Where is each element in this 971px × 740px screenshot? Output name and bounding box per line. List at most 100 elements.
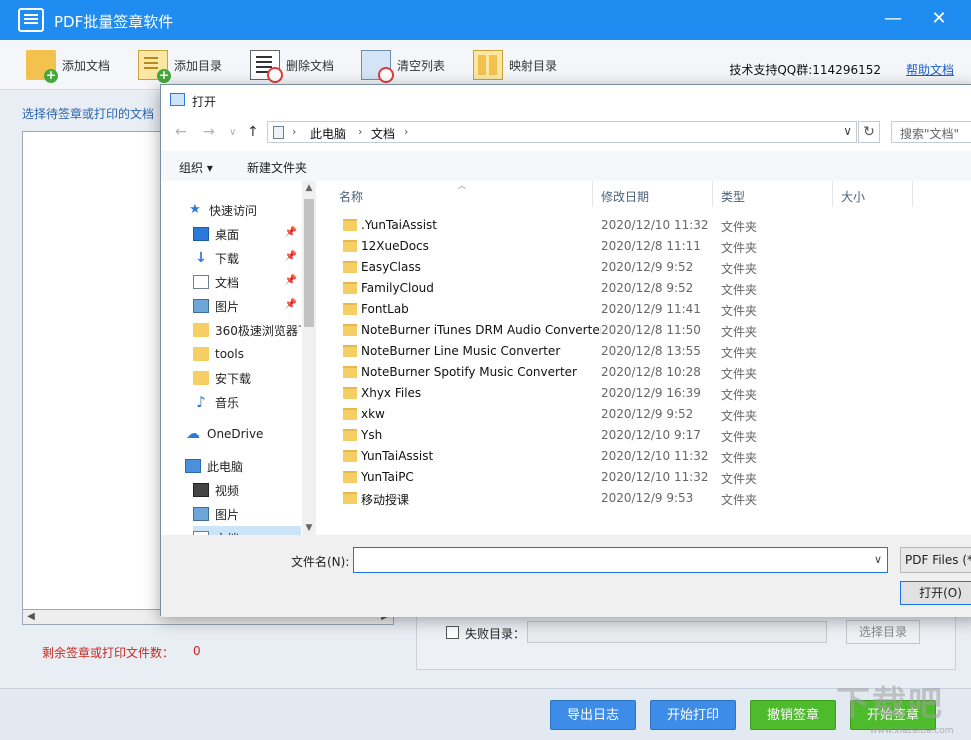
address-dropdown-icon[interactable]: ∨ [843, 124, 852, 138]
fail-directory-label: 失败目录： [465, 627, 526, 641]
remaining-files-label: 剩余签章或打印文件数： [42, 646, 175, 660]
filename-input[interactable]: ∨ [353, 547, 888, 573]
file-name: EasyClass [361, 260, 421, 274]
folder-icon [343, 282, 357, 294]
file-row[interactable]: NoteBurner Line Music Converter 2020/12/8… [331, 341, 971, 362]
picture-icon [193, 507, 209, 521]
file-row[interactable]: xkw 2020/12/9 9:52 文件夹 [331, 404, 971, 425]
file-row[interactable]: Ysh 2020/12/10 9:17 文件夹 [331, 425, 971, 446]
navigation-scrollbar[interactable]: ▲ ▼ [302, 181, 316, 535]
nav-pictures[interactable]: 图片 📌 [193, 294, 301, 318]
file-row[interactable]: EasyClass 2020/12/9 9:52 文件夹 [331, 257, 971, 278]
nav-downloads[interactable]: ↓ 下载 📌 [193, 246, 301, 270]
add-directory-button[interactable]: 添加目录 [138, 48, 222, 83]
breadcrumb-separator-icon[interactable]: › [358, 125, 362, 138]
nav-onedrive[interactable]: ☁ OneDrive [185, 422, 316, 446]
add-document-button[interactable]: 添加文档 [26, 48, 110, 83]
desktop-icon [193, 227, 209, 241]
forward-arrow-icon[interactable]: → [203, 124, 215, 140]
scroll-left-icon[interactable]: ◀ [23, 610, 39, 624]
scroll-down-icon[interactable]: ▼ [302, 523, 316, 533]
breadcrumb-separator-icon[interactable]: › [404, 125, 408, 138]
clear-list-button[interactable]: 清空列表 [361, 48, 446, 83]
remaining-files-count: 0 [193, 644, 201, 658]
file-row[interactable]: NoteBurner iTunes DRM Audio Converter 202… [331, 320, 971, 341]
up-arrow-icon[interactable]: ↑ [247, 124, 259, 140]
nav-quick-access[interactable]: ★ 快速访问 [187, 198, 316, 222]
file-row[interactable]: FamilyCloud 2020/12/8 9:52 文件夹 [331, 278, 971, 299]
new-folder-button[interactable]: 新建文件夹 [247, 159, 307, 176]
file-row[interactable]: Xhyx Files 2020/12/9 16:39 文件夹 [331, 383, 971, 404]
fail-directory-checkbox[interactable] [446, 626, 459, 639]
address-bar[interactable]: › 此电脑 › 文档 › ∨ [267, 121, 857, 143]
map-directory-button[interactable]: 映射目录 [473, 48, 557, 82]
file-row[interactable]: YunTaiAssist 2020/12/10 11:32 文件夹 [331, 446, 971, 467]
delete-document-icon [250, 50, 283, 83]
recent-chevron-icon[interactable]: ∨ [229, 127, 236, 138]
nav-music[interactable]: ♪ 音乐 [193, 390, 301, 414]
filename-dropdown-icon[interactable]: ∨ [874, 553, 882, 566]
picture-icon [193, 299, 209, 313]
file-row[interactable]: .YunTaiAssist 2020/12/10 11:32 文件夹 [331, 215, 971, 236]
start-print-button[interactable]: 开始打印 [650, 700, 736, 730]
file-row[interactable]: FontLab 2020/12/9 11:41 文件夹 [331, 299, 971, 320]
breadcrumb-documents[interactable]: 文档 [371, 125, 395, 142]
file-date: 2020/12/10 9:17 [601, 428, 701, 442]
nav-360-downloads[interactable]: 360极速浏览器下载 [193, 318, 301, 342]
folder-icon [343, 303, 357, 315]
nav-desktop[interactable]: 桌面 📌 [193, 222, 301, 246]
scrollbar-thumb[interactable] [304, 199, 314, 327]
folder-icon [193, 323, 209, 337]
watermark-url: www.xiazaiba.com [870, 726, 954, 736]
file-row[interactable]: 移动授课 2020/12/9 9:53 文件夹 [331, 488, 971, 509]
close-button[interactable]: ✕ [927, 8, 951, 32]
video-icon [193, 483, 209, 497]
column-size[interactable]: 大小 [833, 181, 913, 207]
minimize-button[interactable]: — [881, 8, 905, 32]
file-name: 移动授课 [361, 493, 410, 507]
help-doc-link[interactable]: 帮助文档 [906, 61, 954, 78]
fail-directory-input[interactable] [527, 621, 827, 643]
export-log-button[interactable]: 导出日志 [550, 700, 636, 730]
file-type: 文件夹 [721, 304, 758, 318]
folder-icon [343, 387, 357, 399]
folder-icon [343, 345, 357, 357]
add-document-icon [26, 50, 58, 83]
folder-icon [193, 347, 209, 361]
scroll-up-icon[interactable]: ▲ [302, 183, 316, 193]
breadcrumb-this-pc[interactable]: 此电脑 [310, 125, 346, 142]
folder-icon [343, 240, 357, 252]
file-type: 文件夹 [721, 430, 758, 444]
filename-label: 文件名(N): [291, 555, 350, 569]
nav-tools[interactable]: tools [193, 342, 301, 366]
nav-this-pc[interactable]: 此电脑 [185, 454, 316, 478]
address-row: ← → ∨ ↑ › 此电脑 › 文档 › ∨ ↻ 搜索"文档" [161, 117, 971, 147]
file-date: 2020/12/9 9:52 [601, 407, 694, 421]
open-button[interactable]: 打开(O) [900, 581, 971, 605]
choose-directory-button[interactable]: 选择目录 [846, 620, 920, 644]
refresh-icon[interactable]: ↻ [858, 121, 880, 143]
nav-documents[interactable]: 文档 📌 [193, 270, 301, 294]
file-row[interactable]: YunTaiPC 2020/12/10 11:32 文件夹 [331, 467, 971, 488]
file-date: 2020/12/8 10:28 [601, 365, 701, 379]
pin-icon: 📌 [284, 275, 297, 286]
column-type[interactable]: 类型 [713, 181, 833, 207]
file-row[interactable]: NoteBurner Spotify Music Converter 2020/1… [331, 362, 971, 383]
file-row[interactable]: 12XueDocs 2020/12/8 11:11 文件夹 [331, 236, 971, 257]
open-file-dialog: 打开 ← → ∨ ↑ › 此电脑 › 文档 › ∨ ↻ 搜索"文档" 组织 ▾ … [160, 84, 971, 617]
nav-pc-pictures[interactable]: 图片 [193, 502, 301, 526]
file-type-filter[interactable]: PDF Files (*.pdf) [900, 547, 971, 573]
back-arrow-icon[interactable]: ← [175, 124, 187, 140]
nav-videos[interactable]: 视频 [193, 478, 301, 502]
delete-document-button[interactable]: 删除文档 [250, 48, 334, 83]
clear-list-label: 清空列表 [397, 58, 446, 73]
breadcrumb-separator-icon[interactable]: › [292, 125, 296, 138]
nav-anxiazai[interactable]: 安下载 [193, 366, 301, 390]
folder-icon [343, 324, 357, 336]
undo-sign-button[interactable]: 撤销签章 [750, 700, 836, 730]
organize-menu[interactable]: 组织 ▾ [179, 159, 213, 176]
file-type: 文件夹 [721, 220, 758, 234]
column-date[interactable]: 修改日期 [593, 181, 713, 207]
nav-pc-documents[interactable]: 文档 [193, 526, 301, 535]
search-input[interactable]: 搜索"文档" [891, 121, 971, 143]
